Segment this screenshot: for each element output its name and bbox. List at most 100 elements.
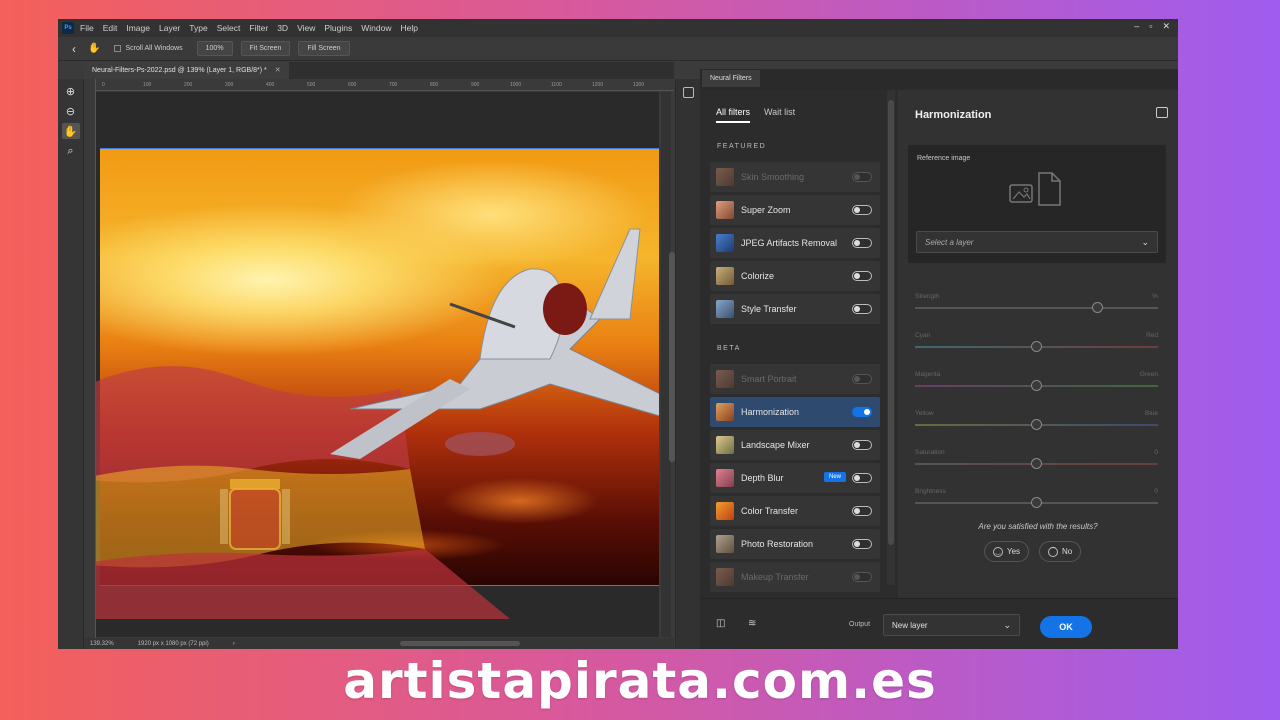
tools-panel: ⊕ ⊖ ✋ ⌕	[58, 79, 84, 649]
close-tab-icon[interactable]: ✕	[275, 67, 281, 74]
output-label: Output	[849, 621, 871, 628]
menu-window[interactable]: Window	[361, 23, 391, 33]
ruler-tick: 1300	[633, 82, 645, 88]
slider-knob[interactable]	[1031, 419, 1042, 430]
filter-toggle[interactable]	[852, 205, 872, 215]
menu-filter[interactable]: Filter	[249, 23, 268, 33]
status-bar: 139.32% 1920 px x 1080 px (72 ppi) ›	[84, 638, 674, 649]
slider-knob[interactable]	[1031, 497, 1042, 508]
filter-toggle[interactable]	[852, 304, 872, 314]
status-arrow-icon[interactable]: ›	[233, 641, 235, 647]
canvas-vertical-scrollbar[interactable]	[661, 92, 675, 637]
slider-knob[interactable]	[1031, 341, 1042, 352]
back-icon[interactable]: ‹	[72, 42, 76, 56]
ruler-tick: 300	[225, 82, 234, 88]
filter-label: Skin Smoothing	[741, 172, 805, 182]
filter-colorize[interactable]: Colorize	[710, 261, 880, 291]
filters-list: All filters Wait list FEATURED Skin Smoo…	[705, 90, 885, 598]
filter-label: Photo Restoration	[741, 539, 814, 549]
tab-all-filters[interactable]: All filters	[716, 107, 751, 123]
filter-label: Style Transfer	[741, 304, 797, 314]
panel-icon[interactable]	[682, 87, 694, 98]
feedback-yes-button[interactable]: ‿ Yes	[984, 541, 1030, 562]
filter-depth-blur[interactable]: Depth Blur New	[710, 463, 880, 493]
filter-landscape-mixer[interactable]: Landscape Mixer	[710, 430, 880, 460]
menu-3d[interactable]: 3D	[277, 23, 288, 33]
filter-style-transfer[interactable]: Style Transfer	[710, 294, 880, 324]
filter-harmonization[interactable]: Harmonization	[710, 397, 880, 427]
filter-makeup-transfer[interactable]: Makeup Transfer	[710, 562, 880, 592]
menu-select[interactable]: Select	[217, 23, 241, 33]
slider-knob[interactable]	[1091, 302, 1103, 313]
filter-label: Makeup Transfer	[741, 572, 809, 582]
menu-edit[interactable]: Edit	[103, 23, 118, 33]
document-title: Neural-Filters-Ps-2022.psd @ 139% (Layer…	[92, 67, 267, 74]
zoom-in-icon[interactable]: ⊕	[62, 83, 80, 99]
fit-screen-button[interactable]: Fit Screen	[240, 41, 291, 56]
maximize-icon[interactable]: ▫	[1149, 21, 1152, 32]
menu-type[interactable]: Type	[189, 23, 207, 33]
filter-toggle[interactable]	[852, 407, 872, 417]
menu-image[interactable]: Image	[126, 23, 150, 33]
slider-cyan-red: Cyan Red	[915, 332, 1158, 358]
canvas-horizontal-scrollbar[interactable]	[400, 641, 520, 646]
output-dropdown[interactable]: New layer ⌄	[883, 614, 1020, 636]
feedback-no-button[interactable]: ⁀ No	[1039, 541, 1082, 562]
preview-toggle-icon[interactable]	[1156, 107, 1168, 118]
filter-color-transfer[interactable]: Color Transfer	[710, 496, 880, 526]
ruler-tick: 500	[307, 82, 316, 88]
filter-label: Landscape Mixer	[741, 440, 810, 450]
document-tab[interactable]: Neural-Filters-Ps-2022.psd @ 139% (Layer…	[84, 62, 289, 79]
filter-thumbnail	[716, 535, 734, 553]
hand-tool-icon[interactable]: ✋	[88, 43, 100, 54]
slider-knob[interactable]	[1031, 380, 1042, 391]
filter-super-zoom[interactable]: Super Zoom	[710, 195, 880, 225]
photoshop-logo-icon: Ps	[62, 22, 74, 34]
filter-toggle[interactable]	[852, 539, 872, 549]
feedback-yes-label: Yes	[1007, 547, 1021, 556]
filter-toggle[interactable]	[852, 473, 872, 483]
minimize-icon[interactable]: –	[1134, 21, 1139, 32]
tab-wait-list[interactable]: Wait list	[764, 107, 795, 123]
filter-toggle[interactable]	[852, 506, 872, 516]
slider-knob[interactable]	[1031, 458, 1042, 469]
compare-view-icon[interactable]: ◫	[716, 618, 728, 629]
zoom-tool-icon[interactable]: ⌕	[62, 143, 80, 159]
filter-skin-smoothing[interactable]: Skin Smoothing	[710, 162, 880, 192]
filter-jpeg-artifacts-removal[interactable]: JPEG Artifacts Removal	[710, 228, 880, 258]
filter-toggle[interactable]	[852, 374, 872, 384]
zoom-100-button[interactable]: 100%	[196, 41, 233, 56]
ruler-tick: 400	[266, 82, 275, 88]
close-icon[interactable]: ✕	[1162, 21, 1170, 32]
filter-toggle[interactable]	[852, 440, 872, 450]
ok-button[interactable]: OK	[1040, 616, 1092, 638]
neural-filters-tab[interactable]: Neural Filters	[702, 70, 760, 87]
scroll-all-checkbox[interactable]	[114, 45, 122, 52]
layers-preview-icon[interactable]: ≋	[748, 618, 760, 629]
menu-file[interactable]: File	[80, 23, 94, 33]
photoshop-window: Ps File Edit Image Layer Type Select Fil…	[58, 19, 1178, 649]
slider-strength: Strength %	[915, 293, 1158, 319]
filter-toggle[interactable]	[852, 238, 872, 248]
slider-label: Cyan	[915, 332, 931, 339]
filter-label: Harmonization	[741, 407, 800, 417]
slider-end-label: %	[1152, 293, 1158, 300]
document-image	[96, 148, 659, 619]
filter-toggle[interactable]	[852, 271, 872, 281]
feedback-no-label: No	[1062, 547, 1073, 556]
filter-smart-portrait[interactable]: Smart Portrait	[710, 364, 880, 394]
slider-track[interactable]	[915, 307, 1158, 309]
filter-photo-restoration[interactable]: Photo Restoration	[710, 529, 880, 559]
fill-screen-button[interactable]: Fill Screen	[298, 41, 350, 56]
filter-toggle[interactable]	[852, 572, 872, 582]
filter-toggle[interactable]	[852, 172, 872, 182]
zoom-out-icon[interactable]: ⊖	[62, 103, 80, 119]
menu-layer[interactable]: Layer	[159, 23, 180, 33]
menu-help[interactable]: Help	[400, 23, 417, 33]
hand-tool-icon[interactable]: ✋	[61, 123, 80, 139]
menu-plugins[interactable]: Plugins	[324, 23, 352, 33]
menu-view[interactable]: View	[297, 23, 315, 33]
filters-scrollbar[interactable]	[887, 90, 895, 585]
canvas-area[interactable]	[96, 92, 659, 637]
select-layer-dropdown[interactable]: Select a layer ⌄	[916, 231, 1158, 253]
